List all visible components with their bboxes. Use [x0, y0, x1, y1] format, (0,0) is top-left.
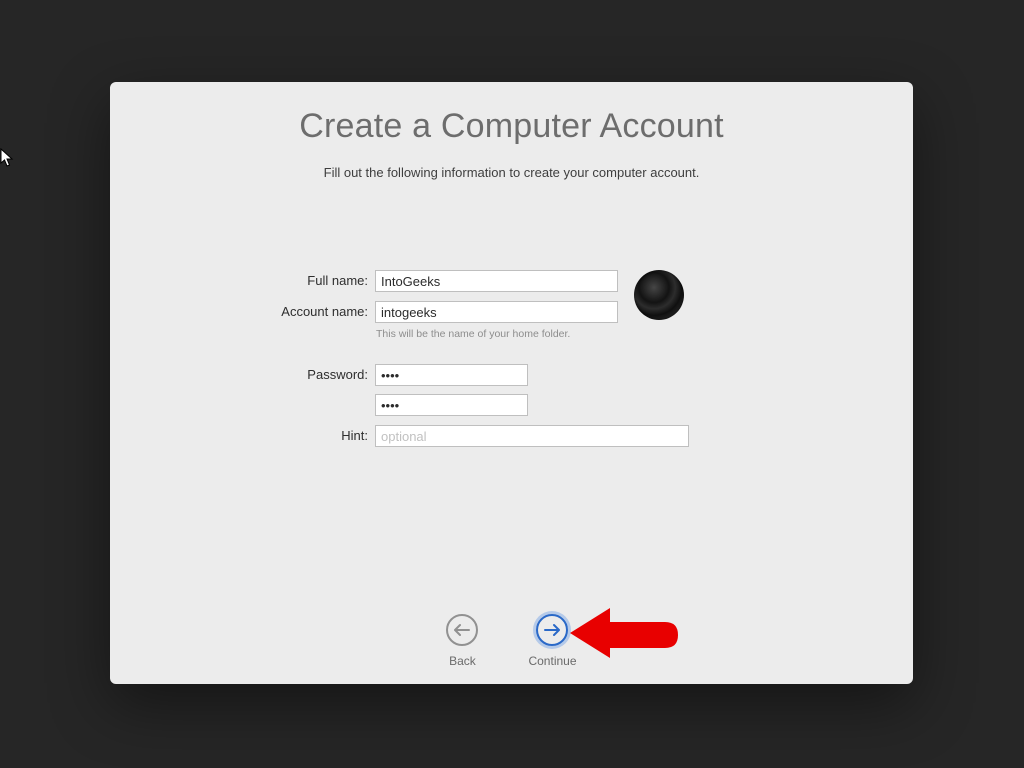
arrow-right-icon	[536, 614, 568, 646]
page-title: Create a Computer Account	[110, 107, 913, 146]
account-name-field[interactable]	[375, 301, 618, 323]
account-name-hint: This will be the name of your home folde…	[375, 323, 689, 340]
account-name-label: Account name:	[110, 301, 375, 323]
hint-field[interactable]	[375, 425, 689, 447]
continue-label: Continue	[528, 654, 576, 668]
back-button[interactable]: Back	[446, 614, 478, 668]
password-verify-field[interactable]	[375, 394, 528, 416]
password-field[interactable]	[375, 364, 528, 386]
back-label: Back	[449, 654, 476, 668]
nav-buttons: Back Continue	[110, 614, 913, 668]
hint-label: Hint:	[110, 425, 375, 447]
arrow-left-icon	[446, 614, 478, 646]
full-name-label: Full name:	[110, 270, 375, 292]
account-form: Full name: Account name: This will be th…	[110, 270, 913, 456]
page-subtitle: Fill out the following information to cr…	[110, 165, 913, 180]
desktop-background: Create a Computer Account Fill out the f…	[0, 0, 1024, 768]
continue-button[interactable]: Continue	[528, 614, 576, 668]
full-name-field[interactable]	[375, 270, 618, 292]
password-label: Password:	[110, 364, 375, 386]
setup-panel: Create a Computer Account Fill out the f…	[110, 82, 913, 684]
cursor-icon	[0, 148, 14, 168]
